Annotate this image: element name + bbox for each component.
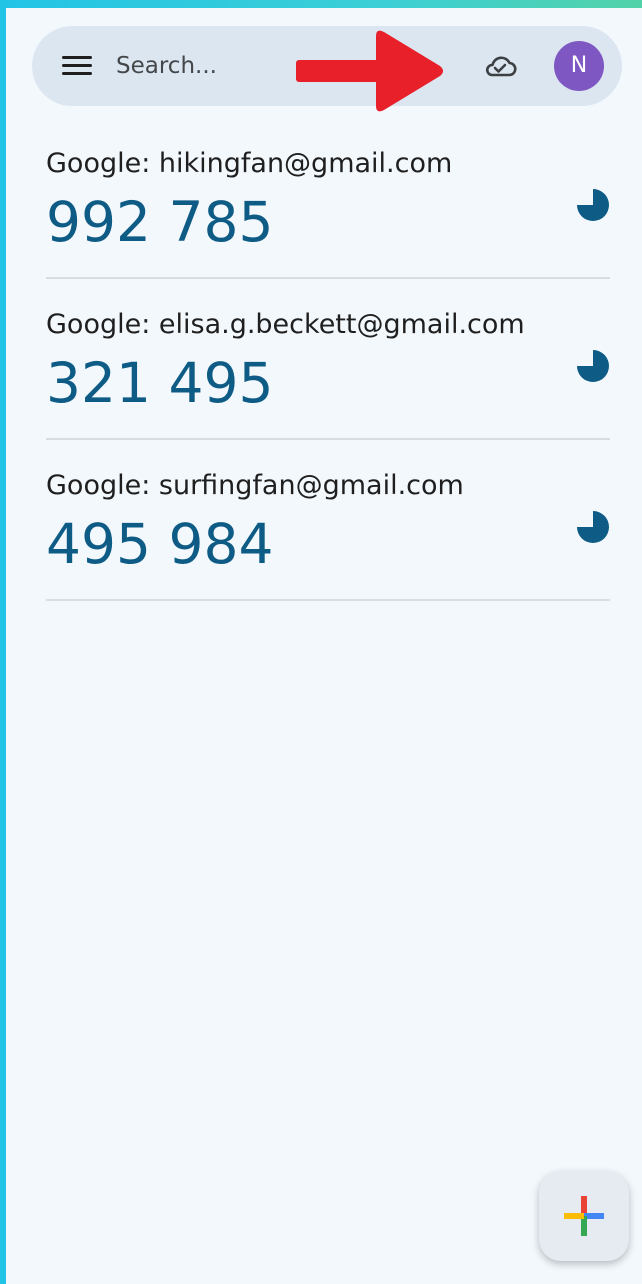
otp-code[interactable]: 495 984	[46, 512, 273, 576]
menu-icon[interactable]	[62, 54, 92, 78]
add-account-button[interactable]	[539, 1171, 629, 1261]
account-label: Google: elisa.g.beckett@gmail.com	[46, 309, 525, 340]
list-item[interactable]: Google: elisa.g.beckett@gmail.com 321 49…	[46, 279, 610, 440]
account-list: Google: hikingfan@gmail.com 992 785 Goog…	[46, 118, 610, 601]
cloud-check-icon[interactable]	[482, 48, 518, 84]
countdown-timer-icon	[577, 350, 609, 382]
account-label: Google: surfingfan@gmail.com	[46, 470, 464, 501]
list-item[interactable]: Google: surfingfan@gmail.com 495 984	[46, 440, 610, 601]
video-frame-border: N Google: hikingfan@gmail.com 992 785 Go…	[0, 0, 642, 1284]
plus-icon	[564, 1196, 604, 1236]
otp-code[interactable]: 321 495	[46, 351, 273, 415]
avatar[interactable]: N	[554, 41, 604, 91]
red-arrow-annotation	[296, 30, 443, 112]
authenticator-screen: N Google: hikingfan@gmail.com 992 785 Go…	[6, 8, 642, 1284]
account-label: Google: hikingfan@gmail.com	[46, 148, 453, 179]
countdown-timer-icon	[577, 511, 609, 543]
list-item[interactable]: Google: hikingfan@gmail.com 992 785	[46, 118, 610, 279]
countdown-timer-icon	[577, 189, 609, 221]
search-input[interactable]	[116, 44, 316, 88]
otp-code[interactable]: 992 785	[46, 190, 273, 254]
